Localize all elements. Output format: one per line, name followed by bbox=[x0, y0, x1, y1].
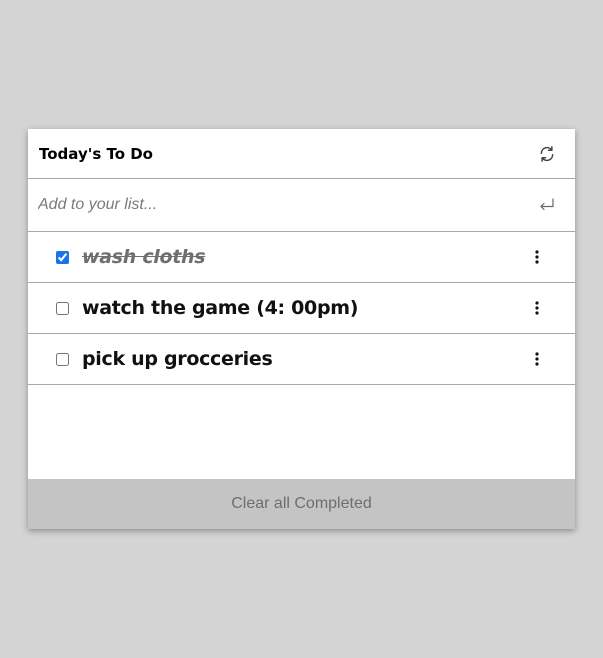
todo-menu-button[interactable] bbox=[531, 349, 543, 369]
submit-button[interactable] bbox=[537, 195, 557, 215]
todo-item: watch the game (4: 00pm) bbox=[28, 283, 575, 334]
more-vertical-icon bbox=[535, 250, 539, 264]
add-item-row bbox=[28, 179, 575, 232]
card-header: Today's To Do bbox=[28, 129, 575, 179]
todo-item: pick up grocceries bbox=[28, 334, 575, 385]
refresh-button[interactable] bbox=[537, 144, 557, 164]
clear-completed-button[interactable]: Clear all Completed bbox=[28, 479, 575, 529]
todo-card: Today's To Do wash cloths bbox=[28, 129, 575, 529]
more-vertical-icon bbox=[535, 301, 539, 315]
todo-label: watch the game (4: 00pm) bbox=[82, 297, 359, 319]
todo-menu-button[interactable] bbox=[531, 298, 543, 318]
todo-item: wash cloths bbox=[28, 232, 575, 283]
todo-menu-button[interactable] bbox=[531, 247, 543, 267]
todo-label: wash cloths bbox=[82, 246, 206, 268]
todo-checkbox[interactable] bbox=[56, 250, 69, 264]
todo-list: wash cloths watch the game (4: 00pm) pic… bbox=[28, 232, 575, 385]
todo-label: pick up grocceries bbox=[82, 348, 273, 370]
todo-checkbox[interactable] bbox=[56, 301, 69, 315]
enter-return-icon bbox=[540, 198, 554, 211]
refresh-icon bbox=[540, 145, 554, 162]
more-vertical-icon bbox=[535, 352, 539, 366]
todo-checkbox[interactable] bbox=[56, 352, 69, 366]
list-title: Today's To Do bbox=[39, 144, 153, 163]
add-item-input[interactable] bbox=[38, 196, 518, 214]
